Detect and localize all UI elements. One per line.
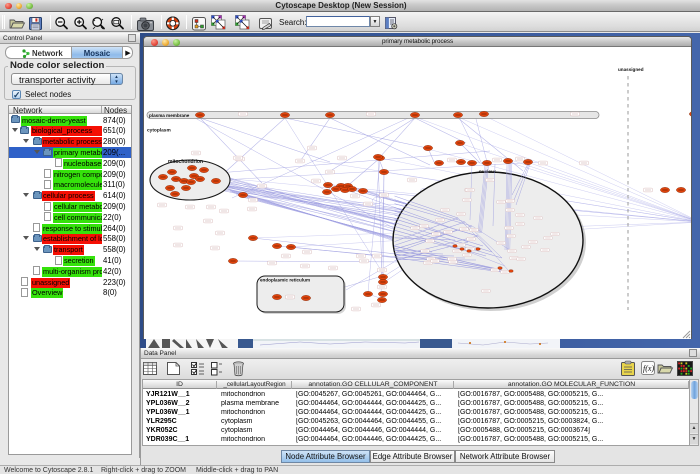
svg-text:plasma membrane: plasma membrane bbox=[149, 113, 190, 118]
svg-text:cytoplasm: cytoplasm bbox=[147, 128, 171, 134]
svg-text:f(x): f(x) bbox=[643, 364, 654, 373]
svg-text:mitochondrion: mitochondrion bbox=[168, 159, 203, 165]
svg-text:unassigned: unassigned bbox=[618, 67, 644, 72]
svg-text:endoplasmic reticulum: endoplasmic reticulum bbox=[260, 278, 310, 283]
